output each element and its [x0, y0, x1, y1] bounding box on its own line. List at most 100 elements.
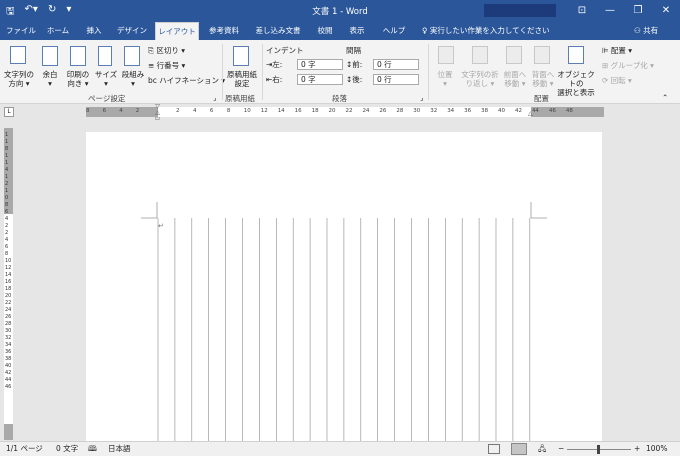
- tab-insert[interactable]: 挿入: [80, 22, 108, 40]
- bring-forward-icon: [506, 46, 522, 64]
- line-numbers-icon: ≡: [148, 61, 157, 70]
- zoom-level[interactable]: 100%: [646, 442, 667, 456]
- indent-right-spinner[interactable]: 0 字: [297, 74, 343, 85]
- bring-forward-label-2: 移動 ▾: [504, 79, 526, 88]
- tell-me-text: 実行したい作業を入力してください: [429, 26, 550, 35]
- columns-button[interactable]: 段組み ▾: [118, 70, 148, 88]
- zoom-slider-thumb[interactable]: [597, 445, 600, 454]
- spacing-after-label: ↕後:: [346, 75, 362, 84]
- position-icon: [438, 46, 454, 64]
- size-button[interactable]: サイズ ▾: [92, 70, 120, 88]
- rotate-button[interactable]: ⟳ 回転 ▾: [602, 76, 632, 85]
- ruler-tick-label: 42: [515, 108, 522, 114]
- crop-mark-top-right: [530, 202, 547, 219]
- page-setup-launcher-icon[interactable]: ⌟: [213, 93, 217, 102]
- genko-button[interactable]: 原稿用紙 設定: [224, 70, 260, 88]
- position-button[interactable]: 位置 ▾: [430, 70, 460, 88]
- paragraph-mark-icon: ↵: [158, 222, 164, 230]
- spacing-heading: 間隔: [346, 46, 361, 55]
- selection-pane-button[interactable]: オブジェクトの 選択と表示: [554, 70, 598, 97]
- proofing-icon[interactable]: 🕮: [88, 442, 97, 456]
- tab-review[interactable]: 校閲: [313, 22, 337, 40]
- paragraph-launcher-icon[interactable]: ⌟: [420, 93, 424, 102]
- vertical-ruler[interactable]: 1 1 8 1 1 4 1 2 1 0 8 6 4 2 2 4 6 8 10 1…: [4, 128, 13, 440]
- ruler-tick-label: 2: [176, 108, 180, 114]
- genko-grid: [141, 202, 547, 442]
- collapse-ribbon-icon[interactable]: ⌃: [662, 93, 668, 102]
- tab-home[interactable]: ホーム: [42, 22, 74, 40]
- ruler-tick-label: 10: [243, 108, 251, 114]
- wrap-text-label-2: り返し ▾: [465, 79, 495, 88]
- group-label-genko: 原稿用紙: [225, 94, 255, 103]
- position-label: 位置: [437, 70, 453, 79]
- ruler-tick-label: 4: [192, 108, 197, 114]
- web-layout-icon[interactable]: 🖧: [538, 442, 546, 456]
- group-label-arrange: 配置: [534, 94, 549, 103]
- breaks-button[interactable]: ⎘ 区切り ▾: [148, 46, 185, 55]
- line-numbers-button[interactable]: ≡ 行番号 ▾: [148, 61, 185, 70]
- bring-forward-label-1: 前面へ: [503, 70, 527, 79]
- tab-view[interactable]: 表示: [345, 22, 369, 40]
- share-button[interactable]: ⚇ 共有: [634, 22, 658, 40]
- person-icon: ⚇: [634, 26, 644, 35]
- restore-button[interactable]: ❐: [624, 0, 652, 22]
- spacing-after-spinner[interactable]: 0 行: [373, 74, 419, 85]
- page-count[interactable]: 1/1 ページ: [6, 442, 43, 456]
- tab-help[interactable]: ヘルプ: [380, 22, 408, 40]
- group-divider: [428, 44, 429, 100]
- lightbulb-icon: ♀: [422, 26, 430, 35]
- bring-forward-button[interactable]: 前面へ 移動 ▾: [500, 70, 530, 88]
- wrap-text-button[interactable]: 文字列の折 り返し ▾: [460, 70, 500, 88]
- ruler-tick-label: 14: [277, 108, 285, 114]
- size-label: サイズ: [94, 70, 118, 79]
- close-button[interactable]: ✕: [652, 0, 680, 22]
- zoom-in-icon[interactable]: +: [634, 442, 640, 456]
- tab-layout[interactable]: レイアウト: [155, 22, 199, 40]
- tab-references[interactable]: 参考資料: [205, 22, 243, 40]
- hyphenation-button[interactable]: bc ハイフネーション ▾: [148, 76, 225, 85]
- minimize-button[interactable]: —: [596, 0, 624, 22]
- indent-marker-icon[interactable]: ▽ △ ▭: [154, 104, 161, 124]
- document-page[interactable]: ↵: [86, 132, 602, 442]
- account-area[interactable]: [484, 4, 556, 17]
- text-direction-label-1: 文字列の: [4, 70, 34, 79]
- spacing-before-spinner[interactable]: 0 行: [373, 59, 419, 70]
- tell-me-box[interactable]: ♀ 実行したい作業を入力してください: [422, 22, 549, 40]
- columns-label: 段組み: [121, 70, 145, 79]
- align-label: 配置 ▾: [610, 46, 633, 55]
- wrap-text-icon: [472, 46, 488, 64]
- ruler-tick-label: 18: [311, 108, 319, 114]
- ruler-tick-label: 8: [226, 108, 231, 114]
- language[interactable]: 日本語: [108, 442, 131, 456]
- margins-icon: [42, 46, 58, 66]
- tab-file[interactable]: ファイル: [4, 22, 38, 40]
- right-indent-marker-icon[interactable]: △: [528, 110, 533, 117]
- tab-design[interactable]: デザイン: [114, 22, 150, 40]
- group-divider: [222, 44, 223, 100]
- window-controls: ⊡ — ❐ ✕: [568, 0, 680, 22]
- size-arrow: ▾: [104, 79, 108, 88]
- zoom-out-icon[interactable]: −: [558, 442, 564, 456]
- group-button[interactable]: ⊞ グループ化 ▾: [602, 61, 654, 70]
- print-layout-icon[interactable]: [511, 443, 527, 455]
- ribbon-tabs: ファイル ホーム 挿入 デザイン レイアウト 参考資料 差し込み文書 校閲 表示…: [0, 22, 680, 40]
- wrap-text-label-1: 文字列の折: [461, 70, 499, 79]
- columns-arrow: ▾: [131, 79, 135, 88]
- ruler-tick-label: 38: [481, 108, 489, 114]
- horizontal-ruler[interactable]: 8 6 4 2 2 4 6 8 10 12 14 16 18 20 22 24 26 28 30 32 34 36 38 40…: [86, 107, 604, 117]
- ruler-tick-label: 24: [362, 108, 370, 114]
- margins-button[interactable]: 余白 ▾: [36, 70, 64, 88]
- read-mode-icon[interactable]: [488, 444, 500, 454]
- tab-selector-icon[interactable]: L: [4, 107, 14, 117]
- indent-left-value: 0 字: [301, 60, 316, 69]
- ruler-tick-label: 34: [447, 108, 455, 114]
- word-count[interactable]: 0 文字: [56, 442, 78, 456]
- orientation-button[interactable]: 印刷の 向き ▾: [63, 70, 93, 88]
- size-icon: [98, 46, 112, 66]
- ribbon-display-options-icon[interactable]: ⊡: [568, 0, 596, 22]
- genko-icon: [233, 46, 249, 66]
- align-button[interactable]: ⊫ 配置 ▾: [602, 46, 632, 55]
- tab-mailings[interactable]: 差し込み文書: [251, 22, 305, 40]
- text-direction-button[interactable]: 文字列の 方向 ▾: [2, 70, 36, 88]
- indent-left-spinner[interactable]: 0 字: [297, 59, 343, 70]
